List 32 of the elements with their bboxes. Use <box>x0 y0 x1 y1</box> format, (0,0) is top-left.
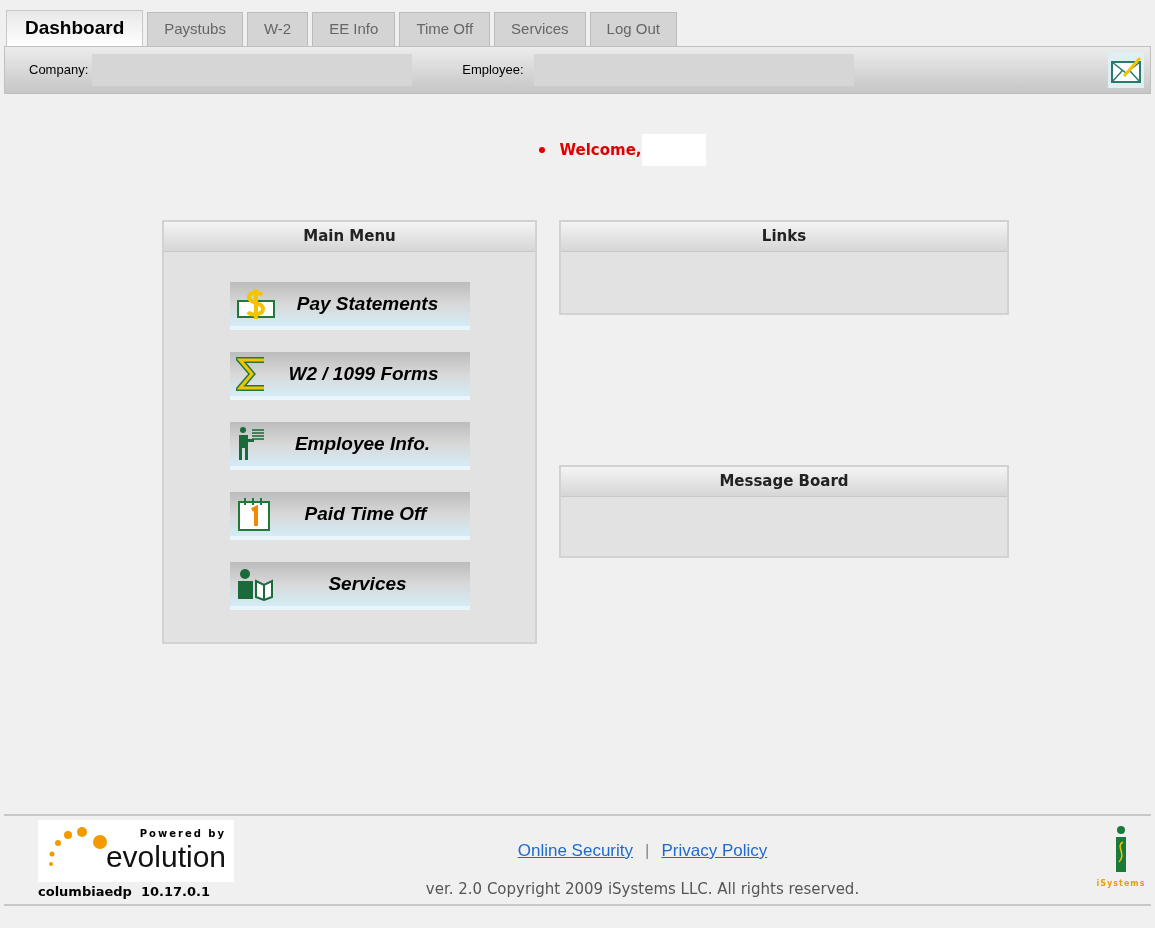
bullet-icon <box>539 147 546 153</box>
logo-tagline: Powered by <box>139 827 226 841</box>
footer-link[interactable]: Privacy Policy <box>661 838 768 864</box>
isystems-logo-icon <box>1113 826 1129 872</box>
tab[interactable]: Services <box>494 12 586 46</box>
company-label: Company: <box>29 61 89 80</box>
tab[interactable]: Time Off <box>399 12 491 46</box>
employee-label: Employee: <box>462 61 524 80</box>
dollar-bill-icon <box>235 287 276 321</box>
site-version: columbiaedp 10.17.0.1 <box>38 883 211 901</box>
menu-button[interactable]: Paid Time Off <box>229 492 470 540</box>
welcome-text: Welcome, <box>559 139 642 161</box>
tab[interactable]: W-2 <box>246 12 309 46</box>
brand-text: iSystems <box>1096 878 1146 890</box>
menu-button[interactable]: Pay Statements <box>229 282 470 330</box>
logo-name: evolution <box>105 841 226 873</box>
tab[interactable]: Dashboard <box>6 10 144 46</box>
panel-title: Message Board <box>561 467 1007 497</box>
panel-title: Links <box>561 222 1007 252</box>
tab[interactable]: Log Out <box>589 12 677 46</box>
tab[interactable]: Paystubs <box>147 12 243 46</box>
mail-icon[interactable] <box>1108 52 1144 88</box>
footer-link[interactable]: Online Security <box>517 838 633 864</box>
copyright-text: ver. 2.0 Copyright 2009 iSystems LLC. All rights reserved. <box>425 878 860 900</box>
person-book-icon <box>235 567 276 601</box>
tab[interactable]: EE Info <box>312 12 396 46</box>
menu-button[interactable]: W2 / 1099 Forms <box>229 352 470 400</box>
calendar-icon <box>235 496 272 532</box>
menu-button[interactable]: Employee Info. <box>229 422 470 470</box>
menu-button[interactable]: Services <box>229 562 470 610</box>
panel-title: Main Menu <box>164 222 535 252</box>
link-separator: | <box>645 840 650 862</box>
